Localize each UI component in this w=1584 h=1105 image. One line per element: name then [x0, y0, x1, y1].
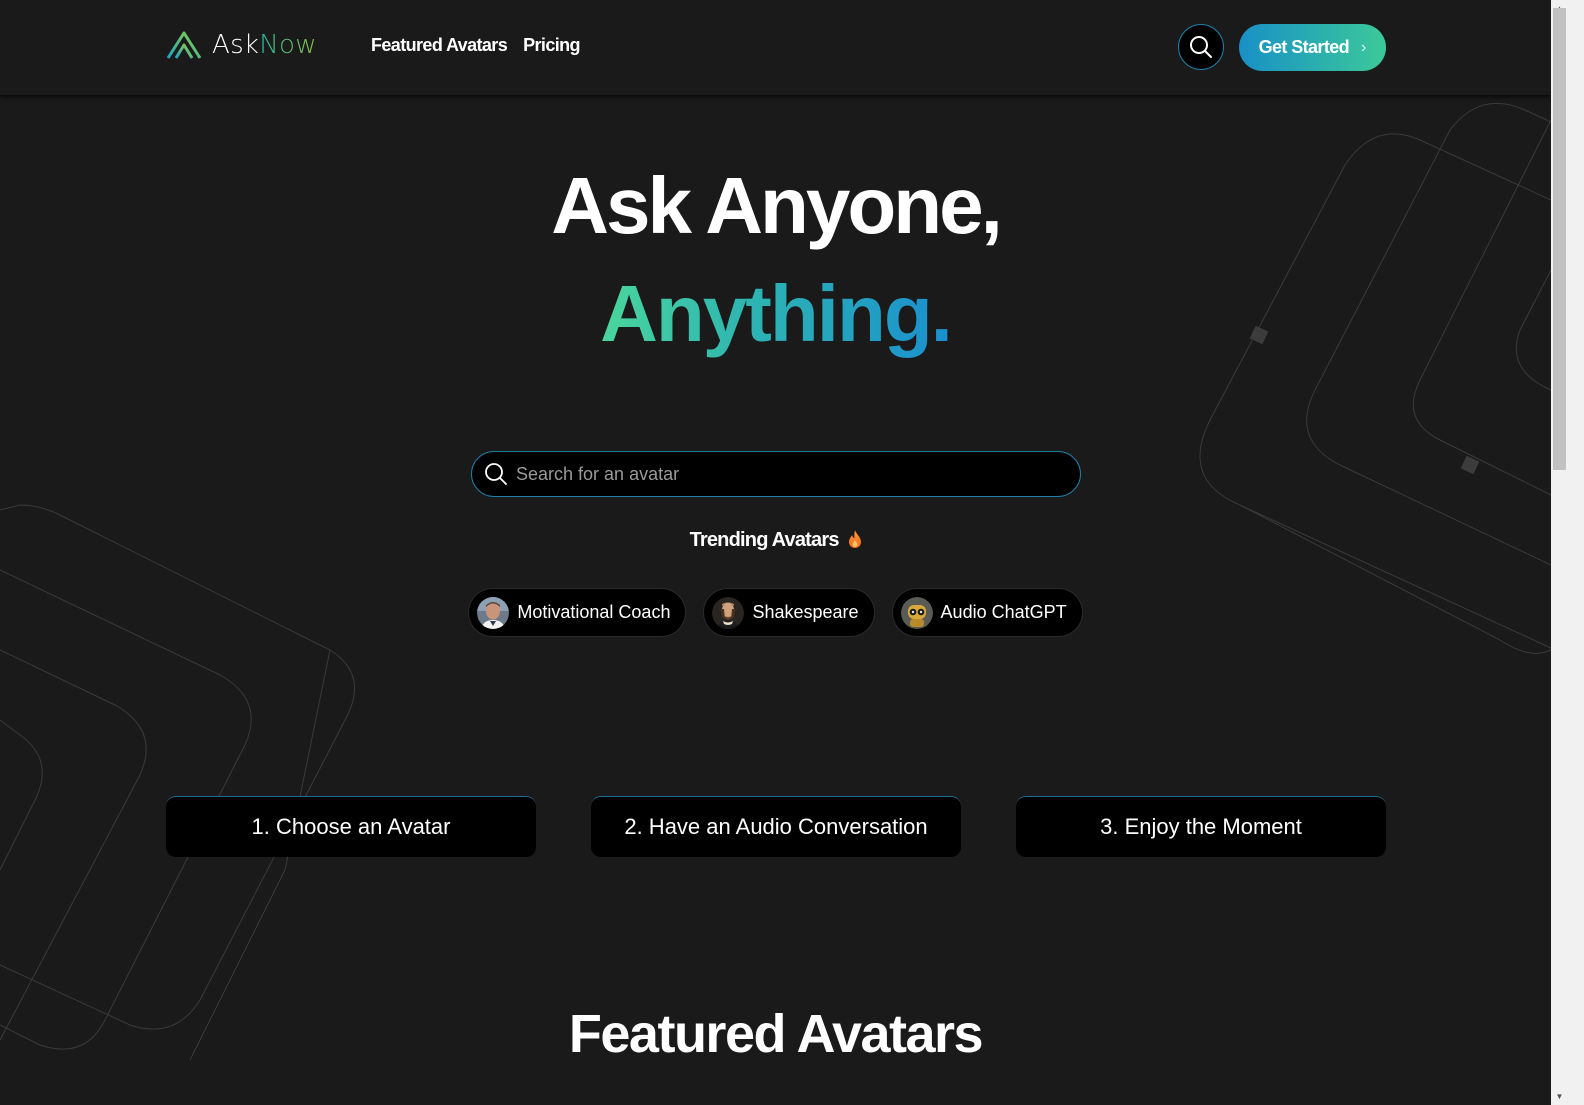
search-icon	[485, 463, 507, 485]
search-icon	[1190, 36, 1212, 58]
logo-text: AskNow	[212, 30, 317, 60]
avatar-search-field[interactable]	[471, 451, 1081, 497]
avatar-search-input[interactable]	[516, 463, 1056, 485]
chevron-right-icon: ›	[1361, 38, 1367, 56]
window-edge	[1568, 0, 1584, 1105]
deco-square	[1460, 455, 1480, 475]
logo-link[interactable]: AskNow	[166, 30, 317, 60]
page: AskNow Featured Avatars Pricing Get Star…	[0, 0, 1551, 1105]
step-enjoy-moment[interactable]: 3. Enjoy the Moment	[1016, 796, 1386, 857]
hero-title-gradient-text: Anything.	[600, 269, 953, 358]
shakespeare-avatar	[712, 596, 745, 629]
header-search-button[interactable]	[1178, 24, 1224, 70]
chip-label: Motivational Coach	[517, 602, 671, 622]
trending-avatars-heading: Trending Avatars	[0, 529, 1551, 552]
logo-text-ask: Ask	[212, 30, 260, 60]
get-started-button[interactable]: Get Started ›	[1239, 24, 1386, 71]
hero-title-line2: Anything.	[0, 268, 1551, 360]
get-started-label: Get Started	[1258, 37, 1350, 57]
nav-pricing[interactable]: Pricing	[523, 35, 580, 56]
scroll-down-arrow-icon[interactable]: ▼	[1551, 1088, 1568, 1105]
logo-text-now: Now	[259, 30, 317, 60]
scrollbar-thumb[interactable]	[1553, 8, 1566, 470]
trending-chip-audio-chatgpt[interactable]: Audio ChatGPT	[891, 588, 1083, 637]
hero-title-line1: Ask Anyone,	[551, 161, 1003, 250]
step-audio-conversation[interactable]: 2. Have an Audio Conversation	[591, 796, 961, 857]
audio-chatgpt-avatar	[900, 596, 933, 629]
chip-label: Audio ChatGPT	[940, 602, 1067, 622]
motivational-coach-avatar	[477, 596, 510, 629]
trending-chip-shakespeare[interactable]: Shakespeare	[703, 588, 875, 637]
main-nav: Featured Avatars Pricing	[371, 35, 581, 56]
flame-icon	[849, 530, 862, 548]
trending-avatar-list: Motivational Coach Shakespeare Audio Cha…	[0, 588, 1551, 637]
featured-avatars-heading: Featured Avatars	[568, 1004, 984, 1064]
vertical-scrollbar[interactable]: ▲ ▼	[1551, 0, 1568, 1105]
step-choose-avatar[interactable]: 1. Choose an Avatar	[166, 796, 536, 857]
chip-label: Shakespeare	[752, 602, 859, 622]
asknow-triangle-logo-icon	[166, 31, 202, 59]
trending-title: Trending Avatars	[689, 529, 840, 551]
nav-featured-avatars[interactable]: Featured Avatars	[371, 35, 508, 56]
trending-chip-motivational-coach[interactable]: Motivational Coach	[468, 588, 687, 637]
site-header: AskNow Featured Avatars Pricing Get Star…	[0, 0, 1551, 95]
